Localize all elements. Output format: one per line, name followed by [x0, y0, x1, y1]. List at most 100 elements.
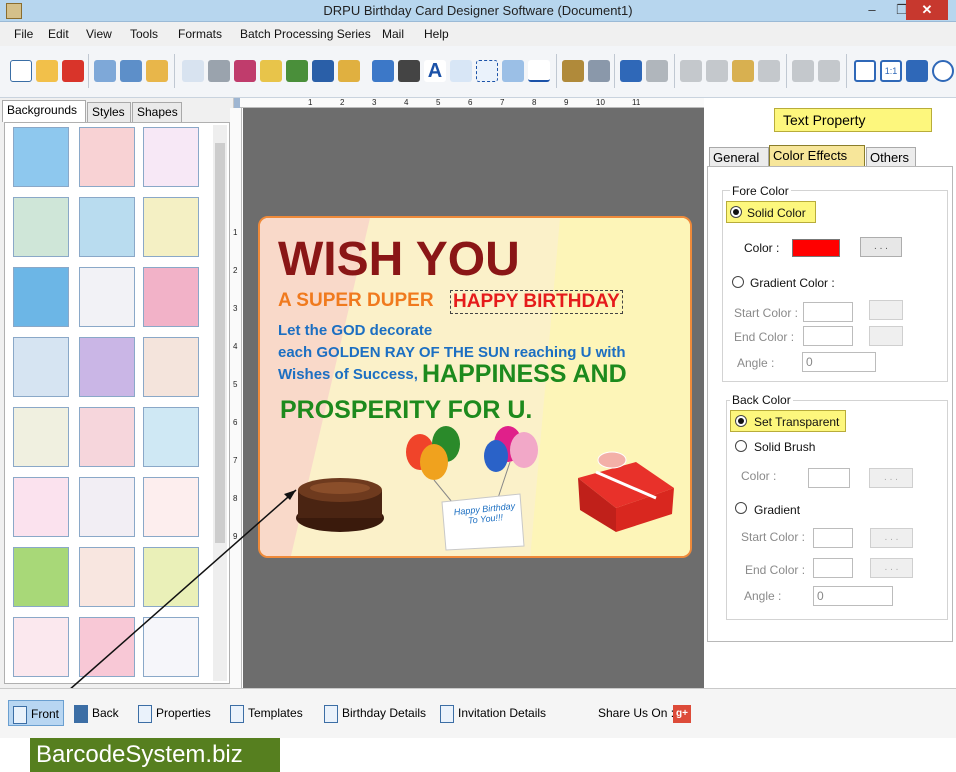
solid-brush-radio[interactable] [735, 440, 747, 452]
card-line-happiness[interactable]: HAPPINESS AND [422, 360, 627, 389]
background-thumbnail[interactable] [13, 547, 69, 607]
background-thumbnail[interactable] [143, 407, 199, 467]
card-line-happy-birthday[interactable]: HAPPY BIRTHDAY [450, 290, 623, 314]
card-heading[interactable]: WISH YOU [278, 232, 520, 287]
back-angle-stepper[interactable]: 0 [813, 586, 893, 606]
gradient-color-radio[interactable] [732, 276, 744, 288]
gift-box-icon[interactable] [576, 448, 676, 532]
text-icon[interactable]: A [424, 60, 446, 82]
back-color-field[interactable] [808, 468, 850, 488]
back-color-picker-button[interactable]: . . . [869, 468, 913, 488]
background-thumbnail[interactable] [143, 127, 199, 187]
card-line-golden-ray[interactable]: each GOLDEN RAY OF THE SUN reaching U wi… [278, 344, 626, 361]
background-thumbnail[interactable] [79, 617, 135, 677]
tab-general[interactable]: General [709, 147, 769, 167]
new-icon[interactable] [10, 60, 32, 82]
mail-icon[interactable] [502, 60, 524, 82]
background-thumbnail[interactable] [13, 477, 69, 537]
background-thumbnail[interactable] [79, 197, 135, 257]
close-icon[interactable]: ✕ [906, 0, 948, 20]
fore-color-picker-button[interactable]: . . . [860, 237, 902, 257]
image-icon[interactable] [286, 60, 308, 82]
delete-icon[interactable] [758, 60, 780, 82]
gallery-scrollbar[interactable] [213, 125, 227, 681]
barcode-icon[interactable] [398, 60, 420, 82]
menu-batch-processing[interactable]: Batch Processing Series [240, 27, 371, 41]
background-thumbnail[interactable] [143, 547, 199, 607]
background-thumbnail[interactable] [79, 547, 135, 607]
front-button[interactable]: Front [8, 700, 65, 726]
invitation-details-button[interactable]: Invitation Details [440, 700, 546, 726]
background-thumbnail[interactable] [79, 267, 135, 327]
back-button[interactable]: Back [74, 700, 119, 726]
close-document-icon[interactable] [62, 60, 84, 82]
tab-styles[interactable]: Styles [87, 102, 131, 122]
background-thumbnail[interactable] [79, 127, 135, 187]
background-thumbnail[interactable] [79, 477, 135, 537]
copy-icon[interactable] [706, 60, 728, 82]
actual-size-icon[interactable]: 1:1 [880, 60, 902, 82]
redo-icon[interactable] [646, 60, 668, 82]
background-thumbnail[interactable] [13, 127, 69, 187]
back-gradient-radio[interactable] [735, 502, 747, 514]
background-thumbnail[interactable] [143, 617, 199, 677]
gallery-scrollbar-thumb[interactable] [215, 143, 225, 543]
print-icon[interactable] [208, 60, 230, 82]
back-end-color-field[interactable] [813, 558, 853, 578]
fit-page-icon[interactable] [906, 60, 928, 82]
tab-backgrounds[interactable]: Backgrounds [2, 100, 86, 122]
background-thumbnail[interactable] [143, 267, 199, 327]
wordart-icon[interactable] [372, 60, 394, 82]
open-icon[interactable] [36, 60, 58, 82]
fore-angle-stepper[interactable]: 0 [802, 352, 876, 372]
solid-color-radio[interactable] [730, 206, 742, 218]
menu-edit[interactable]: Edit [48, 27, 69, 41]
background-thumbnail[interactable] [143, 337, 199, 397]
back-end-color-button[interactable]: . . . [870, 558, 913, 578]
gift-icon[interactable] [260, 60, 282, 82]
fore-start-color-button[interactable] [869, 300, 903, 320]
menu-view[interactable]: View [86, 27, 112, 41]
menu-mail[interactable]: Mail [382, 27, 404, 41]
background-thumbnail[interactable] [79, 337, 135, 397]
birthday-card[interactable]: WISH YOU A SUPER DUPER HAPPY BIRTHDAY Le… [258, 216, 692, 558]
background-thumbnail[interactable] [143, 197, 199, 257]
undo-icon[interactable] [620, 60, 642, 82]
grid-icon[interactable] [854, 60, 876, 82]
database-icon[interactable] [562, 60, 584, 82]
background-thumbnail[interactable] [79, 407, 135, 467]
line-icon[interactable] [528, 60, 550, 82]
signature-icon[interactable] [476, 60, 498, 82]
menu-tools[interactable]: Tools [130, 27, 158, 41]
card-line-prosperity[interactable]: PROSPERITY FOR U. [280, 396, 532, 425]
fore-start-color-field[interactable] [803, 302, 853, 322]
bring-forward-icon[interactable] [792, 60, 814, 82]
templates-button[interactable]: Templates [230, 700, 303, 726]
background-thumbnail[interactable] [13, 337, 69, 397]
properties-button[interactable]: Properties [138, 700, 211, 726]
tab-color-effects[interactable]: Color Effects [769, 145, 865, 167]
menu-formats[interactable]: Formats [178, 27, 222, 41]
background-thumbnail[interactable] [143, 477, 199, 537]
set-transparent-radio[interactable] [735, 415, 747, 427]
shapes-icon[interactable] [338, 60, 360, 82]
fore-end-color-button[interactable] [869, 326, 903, 346]
back-start-color-field[interactable] [813, 528, 853, 548]
zoom-icon[interactable] [932, 60, 954, 82]
background-thumbnail[interactable] [13, 617, 69, 677]
paste-icon[interactable] [732, 60, 754, 82]
background-thumbnail[interactable] [13, 407, 69, 467]
library-icon[interactable] [234, 60, 256, 82]
menu-help[interactable]: Help [424, 27, 449, 41]
pencil-icon[interactable] [312, 60, 334, 82]
database-settings-icon[interactable] [588, 60, 610, 82]
card-line-success[interactable]: Wishes of Success, [278, 366, 418, 383]
menu-file[interactable]: File [14, 27, 33, 41]
back-start-color-button[interactable]: . . . [870, 528, 913, 548]
background-thumbnail[interactable] [13, 267, 69, 327]
birthday-details-button[interactable]: Birthday Details [324, 700, 426, 726]
print-preview-icon[interactable] [182, 60, 204, 82]
background-thumbnail[interactable] [13, 197, 69, 257]
save-icon[interactable] [94, 60, 116, 82]
tab-shapes[interactable]: Shapes [132, 102, 182, 122]
